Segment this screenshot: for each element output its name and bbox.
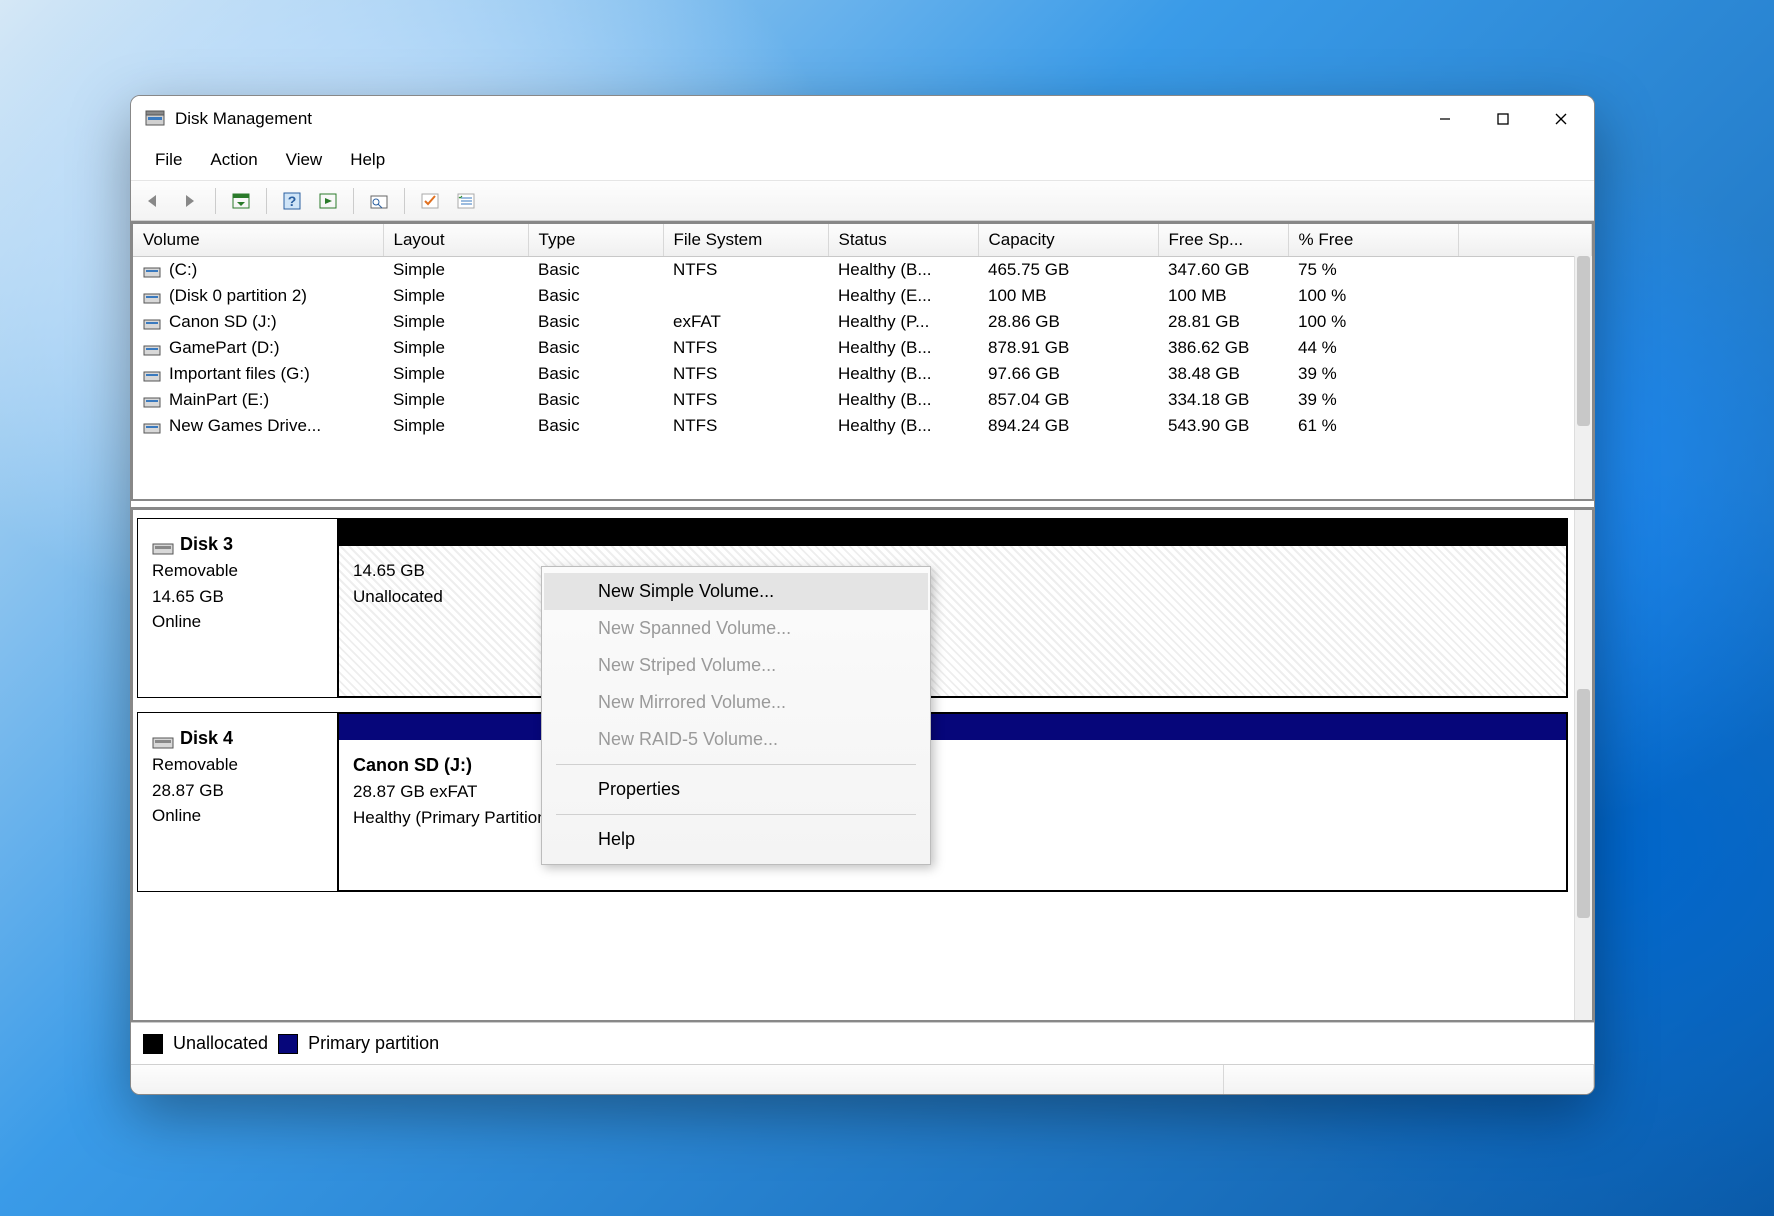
disk4-part-desc: 28.87 GB exFAT: [353, 779, 1552, 805]
context-menu-item: New Striped Volume...: [544, 647, 928, 684]
disk3-size: 14.65 GB: [152, 584, 323, 610]
partition-header-primary: [339, 714, 1566, 740]
disk3-state: Online: [152, 609, 323, 635]
close-button[interactable]: [1532, 97, 1590, 141]
volume-list: Volume Layout Type File System Status Ca…: [131, 221, 1594, 501]
titlebar: Disk Management: [131, 96, 1594, 142]
graphical-scrollbar[interactable]: [1574, 510, 1592, 1020]
volume-row[interactable]: New Games Drive...SimpleBasicNTFSHealthy…: [133, 413, 1592, 439]
legend-swatch-unallocated: [143, 1034, 163, 1054]
drive-icon: [152, 538, 174, 554]
menubar: File Action View Help: [131, 142, 1594, 181]
toolbar: ?: [131, 181, 1594, 221]
volume-row[interactable]: MainPart (E:)SimpleBasicNTFSHealthy (B..…: [133, 387, 1592, 413]
context-menu-separator: [556, 764, 916, 765]
col-layout[interactable]: Layout: [383, 224, 528, 257]
disk4-info[interactable]: Disk 4 Removable 28.87 GB Online: [138, 713, 338, 891]
forward-button[interactable]: [175, 186, 205, 216]
disk3-type: Removable: [152, 558, 323, 584]
context-menu: New Simple Volume...New Spanned Volume..…: [541, 566, 931, 865]
volume-icon: [143, 342, 161, 356]
menu-help[interactable]: Help: [336, 146, 399, 174]
col-type[interactable]: Type: [528, 224, 663, 257]
disk4-part-status: Healthy (Primary Partition): [353, 805, 1552, 831]
properties-icon[interactable]: [364, 186, 394, 216]
context-menu-item[interactable]: Properties: [544, 771, 928, 808]
volume-row[interactable]: GamePart (D:)SimpleBasicNTFSHealthy (B..…: [133, 335, 1592, 361]
context-menu-item[interactable]: Help: [544, 821, 928, 858]
context-menu-separator: [556, 814, 916, 815]
legend-swatch-primary: [278, 1034, 298, 1054]
menu-file[interactable]: File: [141, 146, 196, 174]
action-icon[interactable]: [313, 186, 343, 216]
graphical-view: Disk 3 Removable 14.65 GB Online 14.65 G…: [131, 507, 1594, 1022]
legend-label-primary: Primary partition: [308, 1033, 439, 1054]
app-icon: [145, 109, 165, 129]
volume-row[interactable]: (Disk 0 partition 2)SimpleBasicHealthy (…: [133, 283, 1592, 309]
context-menu-item: New Mirrored Volume...: [544, 684, 928, 721]
disk3-part-size: 14.65 GB: [353, 558, 1552, 584]
volume-scrollbar[interactable]: [1574, 256, 1592, 499]
disk4-part-name: Canon SD (J:): [353, 752, 1552, 779]
svg-text:?: ?: [288, 193, 297, 209]
legend: Unallocated Primary partition: [131, 1022, 1594, 1064]
volume-row[interactable]: Important files (G:)SimpleBasicNTFSHealt…: [133, 361, 1592, 387]
context-menu-item: New RAID-5 Volume...: [544, 721, 928, 758]
col-capacity[interactable]: Capacity: [978, 224, 1158, 257]
minimize-button[interactable]: [1416, 97, 1474, 141]
col-volume[interactable]: Volume: [133, 224, 383, 257]
volume-icon: [143, 420, 161, 434]
disk3-name: Disk 3: [180, 534, 233, 554]
checkmark-icon[interactable]: [415, 186, 445, 216]
col-spacer: [1458, 224, 1592, 257]
context-menu-item[interactable]: New Simple Volume...: [544, 573, 928, 610]
col-filesystem[interactable]: File System: [663, 224, 828, 257]
disk4-partition-canon-sd[interactable]: Canon SD (J:) 28.87 GB exFAT Healthy (Pr…: [338, 713, 1567, 891]
disk4-type: Removable: [152, 752, 323, 778]
list-icon[interactable]: [451, 186, 481, 216]
disk-management-window: Disk Management File Action View Help ?: [130, 95, 1595, 1095]
disk3-part-status: Unallocated: [353, 584, 1552, 610]
disk4-size: 28.87 GB: [152, 778, 323, 804]
col-pctfree[interactable]: % Free: [1288, 224, 1458, 257]
partition-header-unallocated: [339, 520, 1566, 546]
volume-icon: [143, 290, 161, 304]
context-menu-item: New Spanned Volume...: [544, 610, 928, 647]
content-area: Volume Layout Type File System Status Ca…: [131, 221, 1594, 1064]
volume-icon: [143, 264, 161, 278]
help-icon[interactable]: ?: [277, 186, 307, 216]
legend-label-unallocated: Unallocated: [173, 1033, 268, 1054]
maximize-button[interactable]: [1474, 97, 1532, 141]
disk3-unallocated-partition[interactable]: 14.65 GB Unallocated: [338, 519, 1567, 697]
volume-icon: [143, 316, 161, 330]
disk4-state: Online: [152, 803, 323, 829]
volume-icon: [143, 394, 161, 408]
col-freespace[interactable]: Free Sp...: [1158, 224, 1288, 257]
drive-icon: [152, 732, 174, 748]
disk4-name: Disk 4: [180, 728, 233, 748]
volume-row[interactable]: Canon SD (J:)SimpleBasicexFATHealthy (P.…: [133, 309, 1592, 335]
menu-action[interactable]: Action: [196, 146, 271, 174]
back-button[interactable]: [139, 186, 169, 216]
col-status[interactable]: Status: [828, 224, 978, 257]
statusbar: [131, 1064, 1594, 1094]
volume-row[interactable]: (C:)SimpleBasicNTFSHealthy (B...465.75 G…: [133, 257, 1592, 284]
window-title: Disk Management: [175, 109, 312, 129]
volume-header-row: Volume Layout Type File System Status Ca…: [133, 224, 1592, 257]
disk3-info[interactable]: Disk 3 Removable 14.65 GB Online: [138, 519, 338, 697]
volume-icon: [143, 368, 161, 382]
show-hide-console-tree-icon[interactable]: [226, 186, 256, 216]
menu-view[interactable]: View: [272, 146, 337, 174]
